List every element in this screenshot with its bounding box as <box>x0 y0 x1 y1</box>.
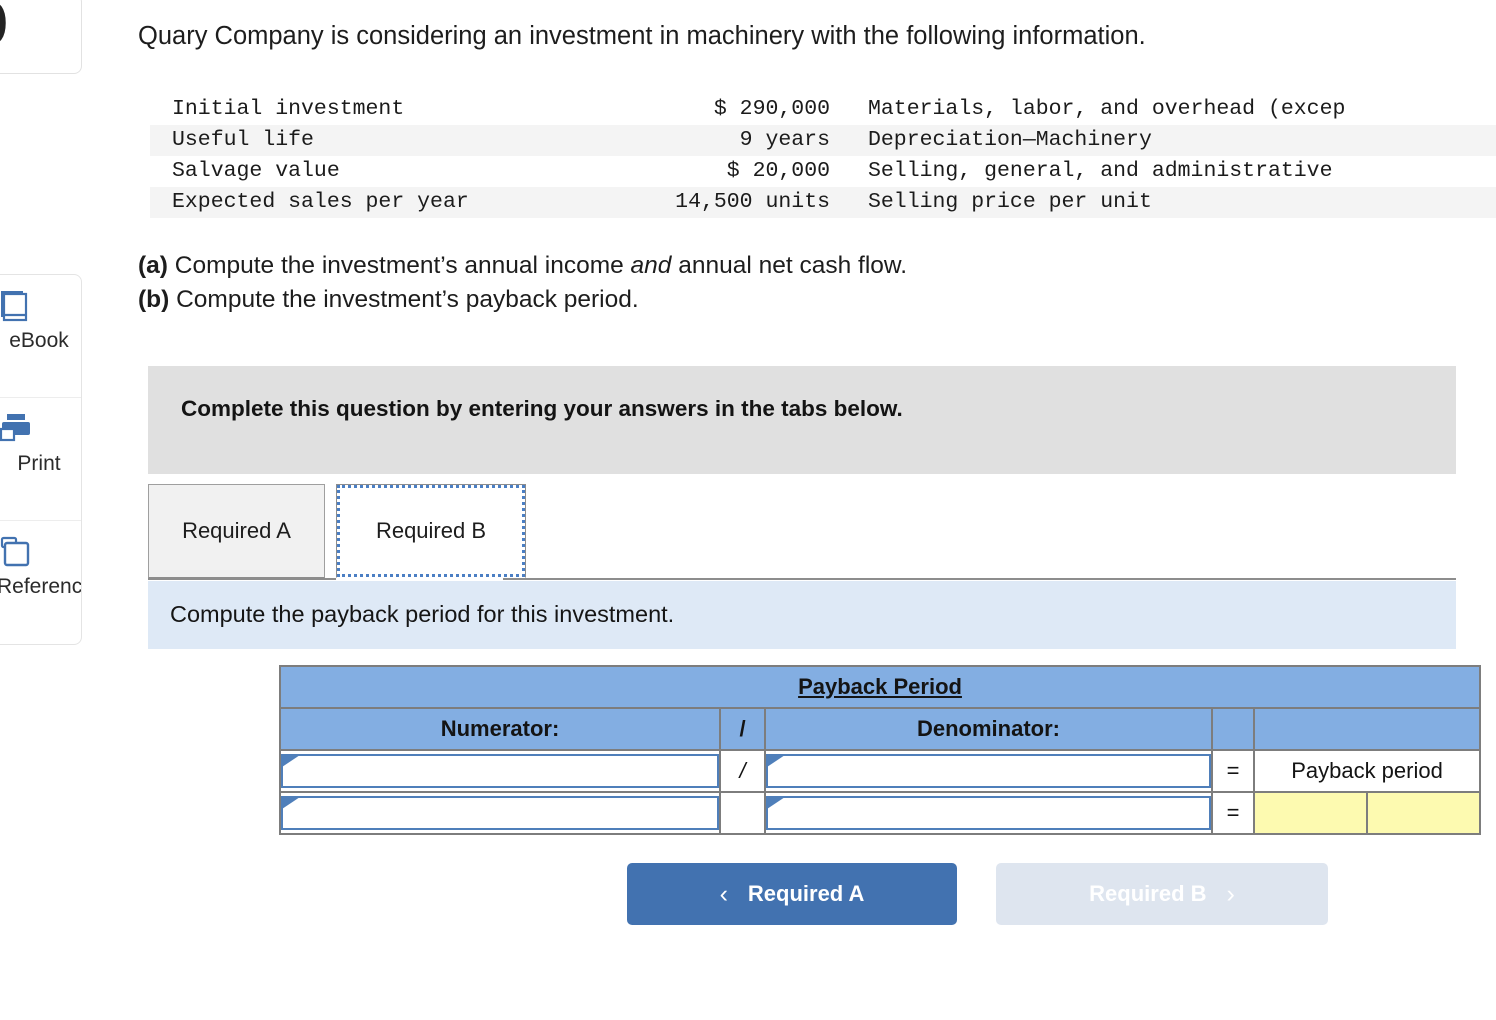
header-equals <box>1211 707 1255 751</box>
next-required-b-label: Required B <box>1089 881 1207 906</box>
payback-title-row: Payback Period <box>278 665 1482 709</box>
result-label-row2[interactable] <box>1253 791 1368 835</box>
slash-cell-row1: / <box>719 749 766 793</box>
sidebar-item-references-label: References <box>0 575 82 598</box>
header-denominator: Denominator: <box>764 707 1213 751</box>
sidebar-item-print[interactable]: Print <box>0 398 81 521</box>
header-numerator: Numerator: <box>279 707 721 751</box>
navigation-buttons: ‹ Required A Required B › <box>136 863 1496 933</box>
given-data-table: Initial investment $ 290,000 Materials, … <box>150 94 1496 218</box>
tab-required-b-label: Required B <box>375 518 487 543</box>
question-title: Quary Company is considering an investme… <box>138 22 1146 50</box>
equals-cell-row2: = <box>1211 791 1255 835</box>
prev-required-a-button[interactable]: ‹ Required A <box>627 863 957 925</box>
payback-title-cell: Payback Period <box>278 665 1482 709</box>
given-value: 9 years <box>739 128 830 152</box>
requirement-b-line: (b) Compute the investment’s payback per… <box>138 286 639 314</box>
requirement-banner: Compute the payback period for this inve… <box>148 581 1456 649</box>
given-label2: Depreciation—Machinery <box>868 128 1152 152</box>
numerator-input-row1[interactable] <box>281 754 719 788</box>
tab-required-b[interactable]: Required B <box>336 484 526 578</box>
sidebar-item-print-label: Print <box>17 452 61 475</box>
requirement-banner-text: Compute the payback period for this inve… <box>170 601 675 627</box>
instruction-banner-text: Complete this question by entering your … <box>181 396 903 421</box>
result-label-row1: Payback period <box>1252 749 1482 793</box>
header-slash: / <box>719 707 766 751</box>
slash-cell-row2 <box>719 791 766 835</box>
payback-period-table-wrap: Payback Period Numerator: / Denominator:… <box>278 665 1482 835</box>
given-label: Expected sales per year <box>172 190 469 214</box>
next-required-b-button[interactable]: Required B › <box>996 863 1328 925</box>
numerator-cell-row2[interactable] <box>279 791 721 835</box>
given-label: Initial investment <box>172 97 405 121</box>
sidebar-tool-card: eBook Print References <box>0 274 82 645</box>
given-label2: Materials, labor, and overhead (excep <box>868 97 1346 121</box>
sidebar-item-ebook[interactable]: eBook <box>0 275 81 398</box>
result-value-row2[interactable] <box>1365 791 1482 835</box>
requirement-a-prefix: (a) <box>138 252 168 279</box>
instruction-banner: Complete this question by entering your … <box>148 366 1456 474</box>
denominator-input-row1[interactable] <box>766 754 1211 788</box>
prev-required-a-label: Required A <box>747 881 865 906</box>
table-row: Salvage value $ 20,000 Selling, general,… <box>150 156 1496 187</box>
tab-required-a-label: Required A <box>182 518 291 543</box>
printer-icon <box>0 414 30 442</box>
requirement-a-line: (a) Compute the investment’s annual inco… <box>138 252 907 280</box>
sidebar-item-ebook-label: eBook <box>9 329 69 352</box>
logo-card: b <box>0 0 82 74</box>
table-row: Expected sales per year 14,500 units Sel… <box>150 187 1496 218</box>
left-sidebar: b eBook Print <box>0 0 88 1020</box>
numerator-cell-row1[interactable] <box>279 749 721 793</box>
tab-required-a[interactable]: Required A <box>148 484 325 578</box>
chevron-right-icon: › <box>1226 879 1235 908</box>
sidebar-item-references[interactable]: References <box>0 521 81 644</box>
requirement-a-emphasis: and <box>630 252 672 279</box>
table-row: Useful life 9 years Depreciation—Machine… <box>150 125 1496 156</box>
payback-period-table: Payback Period Numerator: / Denominator:… <box>278 665 1482 835</box>
header-result <box>1252 707 1482 751</box>
payback-title-text: Payback Period <box>798 674 962 699</box>
requirement-a-text-2: annual net cash flow. <box>671 252 908 279</box>
given-label: Useful life <box>172 128 314 152</box>
given-value: $ 290,000 <box>713 97 830 121</box>
equals-cell-row1: = <box>1211 749 1255 793</box>
denominator-cell-row1[interactable] <box>764 749 1213 793</box>
table-row: / = Payback period <box>279 749 1482 793</box>
denominator-cell-row2[interactable] <box>764 791 1213 835</box>
given-label2: Selling, general, and administrative <box>868 159 1333 183</box>
table-row: = <box>279 791 1482 835</box>
requirement-b-prefix: (b) <box>138 286 170 313</box>
tabstrip-active-gap <box>336 578 503 580</box>
numerator-input-row2[interactable] <box>281 796 719 830</box>
requirement-a-text-1: Compute the investment’s annual income <box>167 252 631 279</box>
requirement-tabstrip: Required A Required B <box>148 484 1456 580</box>
given-value: 14,500 units <box>675 190 830 214</box>
page-root: b eBook Print <box>0 0 1496 1020</box>
clipboard-icon <box>0 536 30 567</box>
brand-logo-glyph: b <box>0 0 9 59</box>
book-icon <box>1 291 28 322</box>
requirement-b-text: Compute the investment’s payback period. <box>169 286 639 313</box>
given-label2: Selling price per unit <box>868 190 1152 214</box>
denominator-input-row2[interactable] <box>766 796 1211 830</box>
given-label: Salvage value <box>172 159 340 183</box>
table-row: Initial investment $ 290,000 Materials, … <box>150 94 1496 125</box>
payback-header-row: Numerator: / Denominator: <box>279 707 1482 751</box>
chevron-left-icon: ‹ <box>719 879 728 908</box>
given-value: $ 20,000 <box>726 159 830 183</box>
